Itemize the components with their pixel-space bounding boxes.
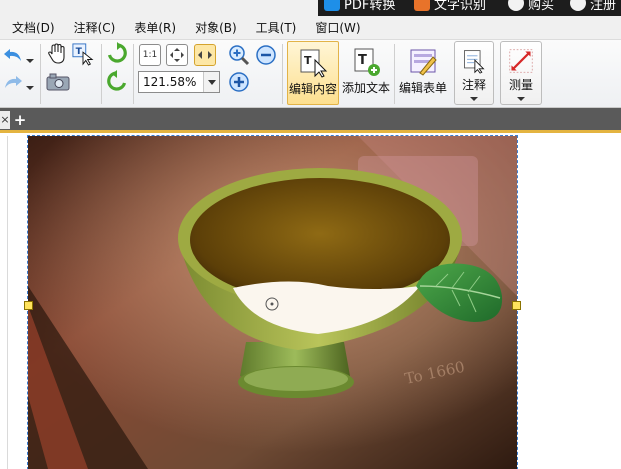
fit-page-button[interactable] (166, 44, 188, 66)
title-menu-bar: PDF转换 文字识别 购买 注册 文档(D) 注释(C) 表单(R) 对象(B)… (0, 0, 621, 40)
ocr-button[interactable]: 文字识别 (414, 0, 486, 13)
rotate-left-icon (107, 42, 127, 63)
ribbon-toolbar: T 1:1 121.58% T 编辑内容 T 添加文本 编辑表单 注释 测量 (0, 40, 621, 108)
annotate-dropdown-button[interactable]: 注释 (454, 41, 494, 105)
snapshot-button[interactable] (46, 71, 70, 93)
menu-comment[interactable]: 注释(C) (63, 17, 124, 39)
zoom-in-button[interactable] (228, 71, 250, 93)
add-text-icon: T (354, 48, 380, 76)
hand-tool-button[interactable] (46, 43, 68, 65)
select-text-button[interactable]: T (72, 43, 94, 66)
chevron-down-icon (517, 97, 525, 101)
svg-text:T: T (76, 46, 83, 57)
plus-circle-icon (508, 0, 524, 11)
undo-button[interactable] (2, 44, 24, 66)
chevron-down-icon (470, 97, 478, 101)
selected-image-object[interactable]: To 1660 (27, 135, 518, 469)
rotate-left-button[interactable] (106, 42, 128, 64)
edit-form-icon (410, 49, 437, 76)
pdf-convert-button[interactable]: PDF转换 (324, 0, 395, 13)
divider (101, 44, 102, 104)
redo-dropdown[interactable] (25, 75, 35, 97)
edit-form-button[interactable]: 编辑表单 (397, 41, 449, 105)
rotate-right-icon (107, 70, 127, 91)
menu-form[interactable]: 表单(R) (123, 17, 184, 39)
zoom-in-tool-button[interactable] (228, 44, 250, 66)
redo-icon (5, 76, 22, 88)
undo-icon (4, 49, 21, 61)
divider (133, 44, 134, 104)
camera-icon (46, 73, 70, 91)
fit-width-button[interactable] (194, 44, 216, 66)
menu-document[interactable]: 文档(D) (0, 17, 63, 39)
redo-button[interactable] (2, 71, 24, 93)
fit-width-icon (198, 51, 212, 59)
menu-window[interactable]: 窗口(W) (304, 17, 368, 39)
edit-content-button[interactable]: T 编辑内容 (287, 41, 339, 105)
rotate-right-button[interactable] (106, 70, 128, 92)
resize-handle-right[interactable] (512, 301, 521, 310)
chevron-down-icon (203, 72, 219, 92)
eye-icon (414, 0, 430, 11)
plus-circle-icon (229, 72, 249, 92)
document-tab-bar: × + (0, 108, 621, 133)
hand-icon (48, 43, 65, 64)
tea-cup-photo: To 1660 (28, 136, 517, 469)
document-viewport[interactable]: To 1660 (0, 135, 621, 469)
resize-handle-left[interactable] (24, 301, 33, 310)
divider (282, 44, 283, 104)
svg-text:T: T (358, 53, 367, 68)
select-text-icon: T (72, 43, 94, 66)
zoom-select[interactable]: 121.58% (138, 71, 220, 93)
close-tab-button[interactable]: × (0, 111, 10, 129)
minus-circle-icon (256, 45, 276, 65)
chevron-down-icon (26, 59, 34, 63)
page-margin (0, 136, 8, 469)
edit-content-icon: T (300, 49, 328, 78)
magnifier-zoom-icon (229, 45, 250, 66)
undo-dropdown[interactable] (25, 48, 35, 70)
user-icon (570, 0, 586, 11)
annotate-icon (464, 50, 485, 74)
fit-page-icon (170, 48, 184, 62)
measure-icon (509, 49, 533, 73)
cloud-toolbar: PDF转换 文字识别 购买 注册 (318, 0, 621, 16)
menu-object[interactable]: 对象(B) (184, 17, 245, 39)
zoom-out-button[interactable] (255, 44, 277, 66)
menu-bar: 文档(D) 注释(C) 表单(R) 对象(B) 工具(T) 窗口(W) (0, 17, 369, 39)
menu-tools[interactable]: 工具(T) (245, 17, 305, 39)
new-tab-button[interactable]: + (12, 112, 28, 128)
pdf-convert-icon (324, 0, 340, 11)
actual-size-button[interactable]: 1:1 (139, 44, 161, 66)
svg-text:T: T (304, 54, 312, 67)
divider (40, 44, 41, 104)
register-button[interactable]: 注册 (570, 0, 616, 13)
chevron-down-icon (26, 86, 34, 90)
add-text-button[interactable]: T 添加文本 (341, 41, 391, 105)
measure-dropdown-button[interactable]: 测量 (500, 41, 542, 105)
divider (394, 44, 395, 104)
buy-button[interactable]: 购买 (508, 0, 554, 13)
